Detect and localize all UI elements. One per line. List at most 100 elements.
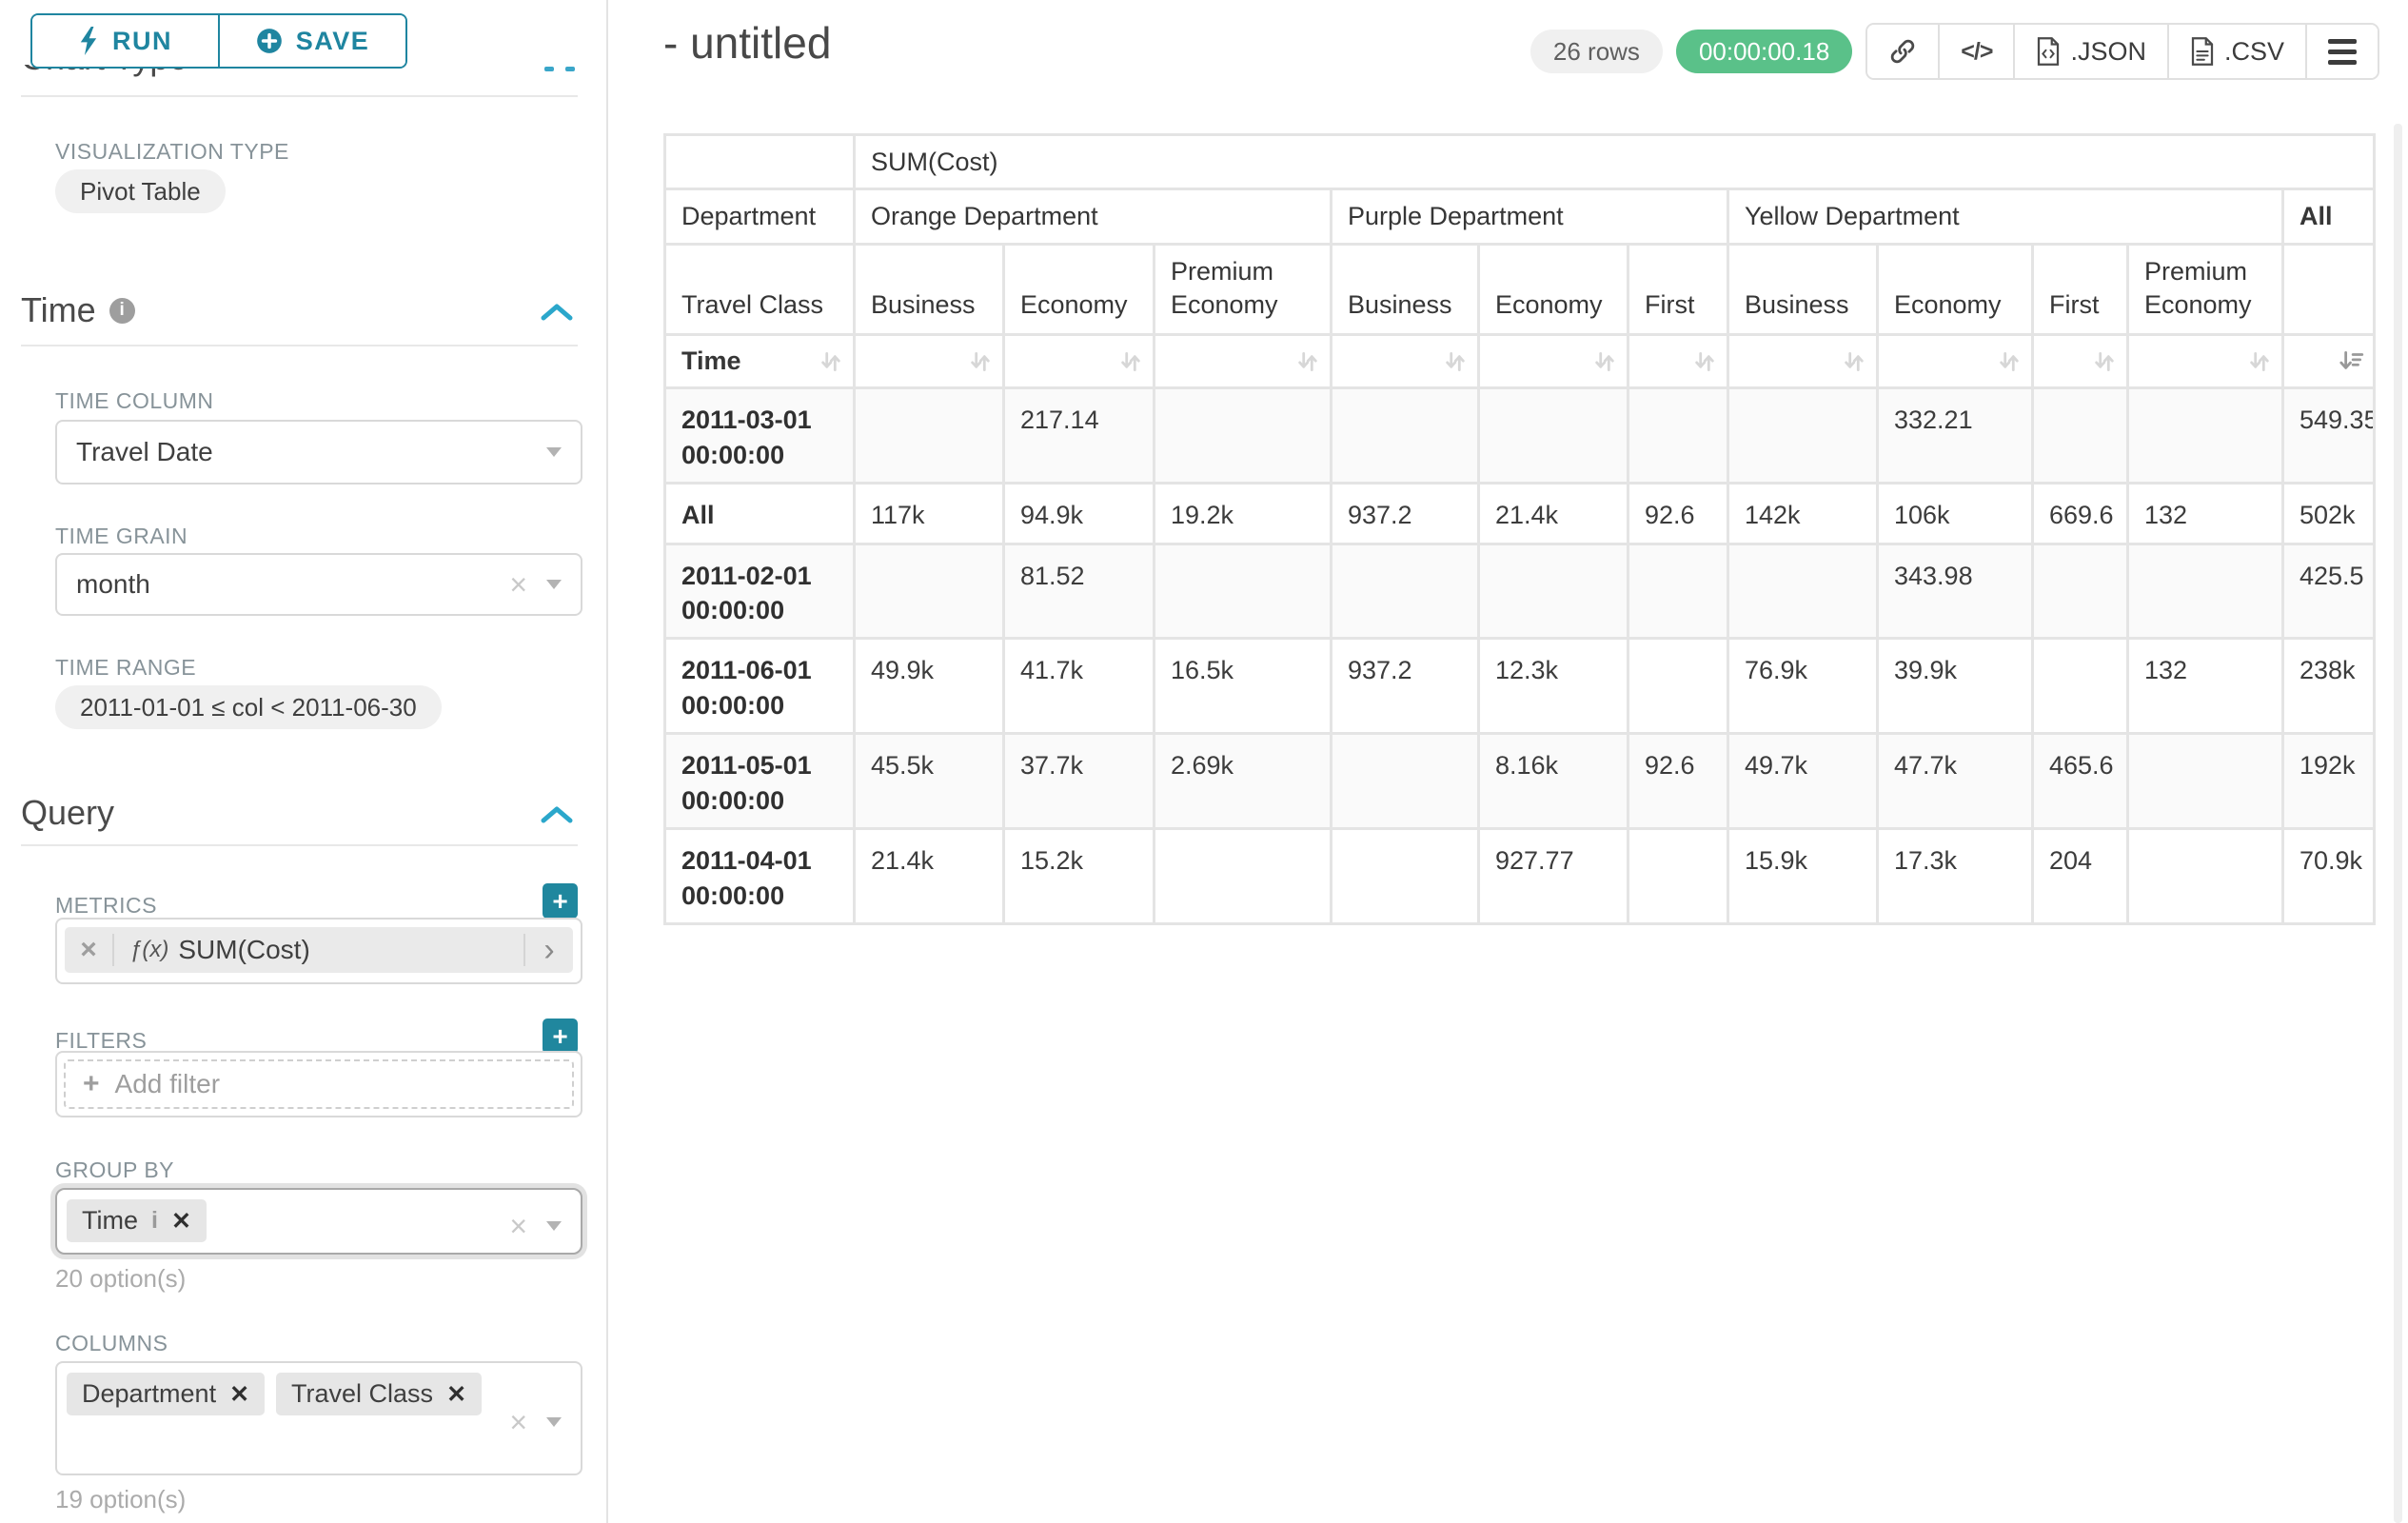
pivot-class-header: Economy: [1004, 245, 1155, 335]
tag-chip[interactable]: Timei✕: [67, 1199, 207, 1242]
caret-down-icon: [546, 1221, 562, 1231]
time-column-select[interactable]: Travel Date: [55, 420, 582, 485]
metrics-label: METRICS: [55, 893, 157, 919]
clear-icon[interactable]: ×: [509, 569, 527, 600]
pivot-cell: [1332, 734, 1479, 829]
menu-button[interactable]: [2307, 25, 2378, 78]
sort-arrows-icon[interactable]: [817, 347, 845, 376]
pivot-sort-header[interactable]: [1332, 335, 1479, 388]
sort-arrows-icon[interactable]: [2090, 347, 2119, 376]
pivot-department-header: Department: [665, 189, 855, 245]
pivot-time-header[interactable]: Time: [665, 335, 855, 388]
sort-arrows-icon[interactable]: [966, 347, 995, 376]
time-column-value: Travel Date: [76, 437, 213, 467]
columns-select[interactable]: Department✕ Travel Class ✕ ×: [55, 1361, 582, 1475]
add-metric-button[interactable]: +: [543, 883, 578, 919]
info-icon[interactable]: i: [151, 1207, 158, 1235]
table-row: 2011-02-01 00:00:0081.52343.98425.5: [665, 544, 2375, 639]
time-range-value[interactable]: 2011-01-01 ≤ col < 2011-06-30: [55, 685, 442, 729]
table-row: 2011-03-01 00:00:00217.14332.21549.35: [665, 388, 2375, 484]
pivot-cell: 81.52: [1004, 544, 1155, 639]
columns-options-hint: 19 option(s): [55, 1485, 186, 1514]
pivot-cell: 70.9k: [2283, 829, 2375, 924]
group-by-tags: Timei✕: [67, 1199, 571, 1242]
divider: [21, 345, 578, 346]
sort-arrows-icon[interactable]: [1116, 347, 1145, 376]
info-icon[interactable]: i: [109, 298, 135, 324]
chart-title[interactable]: - untitled: [663, 17, 831, 69]
chevron-right-icon[interactable]: ›: [523, 934, 573, 966]
chevron-up-icon: [544, 67, 554, 71]
clear-icon[interactable]: ×: [509, 1407, 527, 1437]
sort-arrows-icon[interactable]: [2245, 347, 2274, 376]
pivot-cell: 465.6: [2033, 734, 2128, 829]
pivot-sort-header[interactable]: [855, 335, 1004, 388]
pivot-cell: 49.9k: [855, 639, 1004, 734]
pivot-group-header: Orange Department: [855, 189, 1332, 245]
sort-arrows-icon[interactable]: [1590, 347, 1619, 376]
pivot-row-label: All: [665, 484, 855, 544]
tag-chip[interactable]: Department✕: [67, 1373, 265, 1415]
scrollbar[interactable]: [2394, 124, 2402, 1523]
pivot-cell: 217.14: [1004, 388, 1155, 484]
filters-label: FILTERS: [55, 1028, 147, 1054]
pivot-cell: 669.6: [2033, 484, 2128, 544]
pivot-sort-header[interactable]: [2283, 335, 2375, 388]
sort-arrows-icon[interactable]: [1995, 347, 2023, 376]
pivot-cell: 132: [2128, 639, 2283, 734]
pivot-sort-header[interactable]: [1728, 335, 1878, 388]
pivot-sort-header[interactable]: [1155, 335, 1332, 388]
tag-chip[interactable]: Travel Class ✕: [276, 1373, 482, 1415]
sort-arrows-icon[interactable]: [1293, 347, 1322, 376]
pivot-row-label: 2011-06-01 00:00:00: [665, 639, 855, 734]
pivot-cell: 343.98: [1878, 544, 2033, 639]
pivot-cell: 39.9k: [1878, 639, 2033, 734]
add-filter-plus-button[interactable]: +: [543, 1019, 578, 1054]
pivot-sort-header[interactable]: [1479, 335, 1628, 388]
pivot-cell: [2033, 388, 2128, 484]
pivot-sort-header[interactable]: [2033, 335, 2128, 388]
view-query-button[interactable]: </>: [1940, 25, 2015, 78]
remove-tag-icon[interactable]: ✕: [229, 1380, 249, 1409]
pivot-cell: 238k: [2283, 639, 2375, 734]
export-csv-button[interactable]: .CSV: [2169, 25, 2307, 78]
remove-metric-icon[interactable]: ×: [65, 934, 114, 966]
export-json-button[interactable]: .JSON: [2015, 25, 2169, 78]
remove-tag-icon[interactable]: ✕: [446, 1380, 466, 1409]
remove-tag-icon[interactable]: ✕: [171, 1207, 191, 1236]
metric-pill[interactable]: × ƒ(x) SUM(Cost) ›: [65, 927, 573, 973]
query-timer-badge: 00:00:00.18: [1676, 30, 1852, 73]
sort-arrows-icon[interactable]: [1690, 347, 1719, 376]
sort-arrows-icon[interactable]: [1441, 347, 1470, 376]
caret-down-icon: [546, 1417, 562, 1427]
time-column-label: TIME COLUMN: [55, 388, 214, 414]
sort-arrows-icon[interactable]: [1840, 347, 1868, 376]
collapse-time-section-icon[interactable]: [539, 301, 575, 324]
pivot-cell: 49.7k: [1728, 734, 1878, 829]
pivot-row-label: 2011-04-01 00:00:00: [665, 829, 855, 924]
clear-icon[interactable]: ×: [509, 1211, 527, 1241]
pivot-sort-header[interactable]: [1628, 335, 1728, 388]
time-section-heading: Time i: [21, 290, 135, 330]
visualization-type-value[interactable]: Pivot Table: [55, 169, 226, 213]
pivot-sort-header[interactable]: [1878, 335, 2033, 388]
group-by-select[interactable]: Timei✕ ×: [55, 1188, 582, 1255]
save-button[interactable]: SAVE: [220, 15, 405, 67]
export-toolbar: </> .JSON .CSV: [1865, 23, 2379, 80]
sort-desc-icon[interactable]: [2337, 347, 2365, 376]
pivot-sort-header[interactable]: [1004, 335, 1155, 388]
metrics-control: × ƒ(x) SUM(Cost) ›: [55, 918, 582, 984]
pivot-cell: 937.2: [1332, 484, 1479, 544]
caret-down-icon: [546, 580, 562, 589]
add-filter-button[interactable]: + Add filter: [64, 1059, 574, 1109]
pivot-cell: 21.4k: [855, 829, 1004, 924]
share-link-button[interactable]: [1867, 25, 1940, 78]
tag-label: Travel Class: [291, 1379, 433, 1409]
pivot-sort-header[interactable]: [2128, 335, 2283, 388]
pivot-cell: [2033, 639, 2128, 734]
run-button[interactable]: RUN: [32, 15, 220, 67]
pivot-class-header: Business: [1728, 245, 1878, 335]
pivot-cell: [1728, 388, 1878, 484]
time-grain-select[interactable]: month ×: [55, 553, 582, 616]
collapse-query-section-icon[interactable]: [539, 803, 575, 826]
